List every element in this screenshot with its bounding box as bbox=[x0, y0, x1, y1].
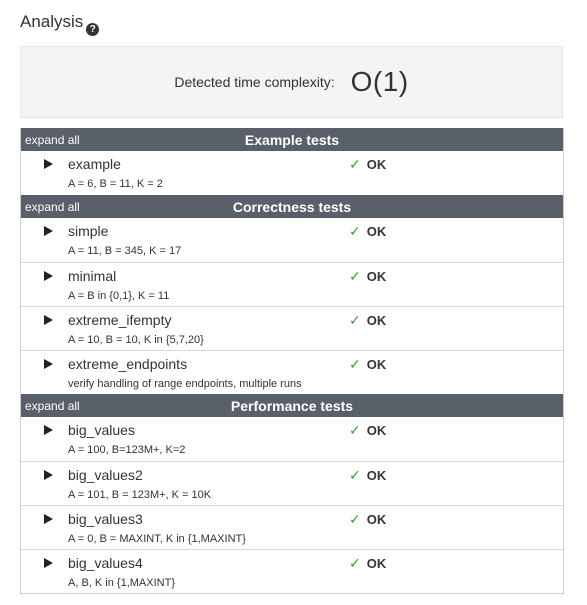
check-icon: ✓ bbox=[349, 467, 361, 483]
test-result: ✓ OK bbox=[349, 356, 386, 373]
check-icon: ✓ bbox=[349, 156, 361, 172]
test-name: big_values2 bbox=[68, 467, 143, 483]
result-text: OK bbox=[366, 357, 387, 372]
test-row[interactable]: big_values3 A = 0, B = MAXINT, K in {1,M… bbox=[21, 505, 563, 549]
tests-table: expand all Example tests example A = 6, … bbox=[20, 128, 564, 594]
check-icon: ✓ bbox=[349, 312, 361, 328]
test-description: A = B in {0,1}, K = 11 bbox=[68, 290, 170, 302]
result-text: OK bbox=[366, 423, 387, 438]
test-result: ✓ OK bbox=[349, 312, 386, 329]
test-description: A, B, K in {1,MAXINT} bbox=[68, 577, 175, 589]
play-triangle-icon[interactable] bbox=[44, 359, 53, 369]
group-title: Example tests bbox=[244, 131, 340, 148]
test-name: extreme_ifempty bbox=[68, 312, 172, 328]
test-description: A = 11, B = 345, K = 17 bbox=[68, 245, 182, 257]
result-text: OK bbox=[366, 468, 387, 483]
test-result: ✓ OK bbox=[349, 156, 386, 173]
test-row[interactable]: big_values A = 100, B=123M+, K=2 ✓ OK bbox=[21, 417, 563, 461]
result-text: OK bbox=[366, 512, 387, 527]
check-icon: ✓ bbox=[349, 422, 361, 438]
group-title: Performance tests bbox=[230, 397, 354, 414]
test-result: ✓ OK bbox=[349, 555, 386, 572]
check-icon: ✓ bbox=[349, 268, 361, 284]
result-text: OK bbox=[366, 224, 387, 239]
result-text: OK bbox=[366, 157, 387, 172]
test-row[interactable]: extreme_ifempty A = 10, B = 10, K in {5,… bbox=[21, 306, 563, 350]
test-row[interactable]: extreme_endpoints verify handling of ran… bbox=[21, 350, 563, 394]
test-row[interactable]: simple A = 11, B = 345, K = 17 ✓ OK bbox=[21, 218, 563, 262]
result-text: OK bbox=[366, 269, 387, 284]
test-row[interactable]: big_values4 A, B, K in {1,MAXINT} ✓ OK bbox=[21, 549, 563, 593]
test-row[interactable]: minimal A = B in {0,1}, K = 11 ✓ OK bbox=[21, 262, 563, 306]
group-header-performance: expand all Performance tests bbox=[21, 394, 563, 417]
test-result: ✓ OK bbox=[349, 511, 386, 528]
test-result: ✓ OK bbox=[349, 422, 386, 439]
test-description: A = 6, B = 11, K = 2 bbox=[68, 178, 163, 190]
check-icon: ✓ bbox=[349, 223, 361, 239]
play-triangle-icon[interactable] bbox=[44, 558, 53, 568]
check-icon: ✓ bbox=[349, 356, 361, 372]
expand-all-link[interactable]: expand all bbox=[25, 399, 80, 413]
complexity-value: O(1) bbox=[350, 66, 409, 97]
play-triangle-icon[interactable] bbox=[44, 226, 53, 236]
complexity-panel: Detected time complexity: O(1) bbox=[20, 46, 563, 118]
test-name: minimal bbox=[68, 268, 117, 284]
complexity-label: Detected time complexity: bbox=[174, 74, 335, 90]
analysis-title: Analysis bbox=[20, 12, 84, 31]
play-triangle-icon[interactable] bbox=[44, 159, 53, 169]
test-description: A = 10, B = 10, K in {5,7,20} bbox=[68, 334, 204, 346]
help-icon[interactable]: ? bbox=[86, 23, 100, 36]
test-result: ✓ OK bbox=[349, 467, 386, 484]
test-name: big_values bbox=[68, 422, 135, 438]
test-description: A = 101, B = 123M+, K = 10K bbox=[68, 489, 212, 501]
group-title: Correctness tests bbox=[232, 198, 352, 215]
play-triangle-icon[interactable] bbox=[44, 470, 53, 480]
group-header-example: expand all Example tests bbox=[21, 128, 563, 151]
result-text: OK bbox=[366, 313, 387, 328]
result-text: OK bbox=[366, 556, 387, 571]
analysis-heading: Analysis ? bbox=[20, 12, 100, 36]
test-result: ✓ OK bbox=[349, 268, 386, 285]
expand-all-link[interactable]: expand all bbox=[25, 200, 80, 214]
play-triangle-icon[interactable] bbox=[44, 425, 53, 435]
test-description: A = 100, B=123M+, K=2 bbox=[68, 444, 186, 456]
test-description: A = 0, B = MAXINT, K in {1,MAXINT} bbox=[68, 533, 246, 545]
test-result: ✓ OK bbox=[349, 223, 386, 240]
test-name: big_values4 bbox=[68, 555, 143, 571]
expand-all-link[interactable]: expand all bbox=[25, 133, 80, 147]
play-triangle-icon[interactable] bbox=[44, 514, 53, 524]
group-header-correctness: expand all Correctness tests bbox=[21, 195, 563, 218]
test-name: big_values3 bbox=[68, 511, 143, 527]
test-name: extreme_endpoints bbox=[68, 356, 188, 372]
test-description: verify handling of range endpoints, mult… bbox=[68, 378, 302, 390]
play-triangle-icon[interactable] bbox=[44, 271, 53, 281]
check-icon: ✓ bbox=[349, 511, 361, 527]
test-row[interactable]: big_values2 A = 101, B = 123M+, K = 10K … bbox=[21, 461, 563, 505]
test-name: example bbox=[68, 156, 121, 172]
check-icon: ✓ bbox=[349, 555, 361, 571]
play-triangle-icon[interactable] bbox=[44, 315, 53, 325]
test-row[interactable]: example A = 6, B = 11, K = 2 ✓ OK bbox=[21, 151, 563, 195]
test-name: simple bbox=[68, 223, 109, 239]
